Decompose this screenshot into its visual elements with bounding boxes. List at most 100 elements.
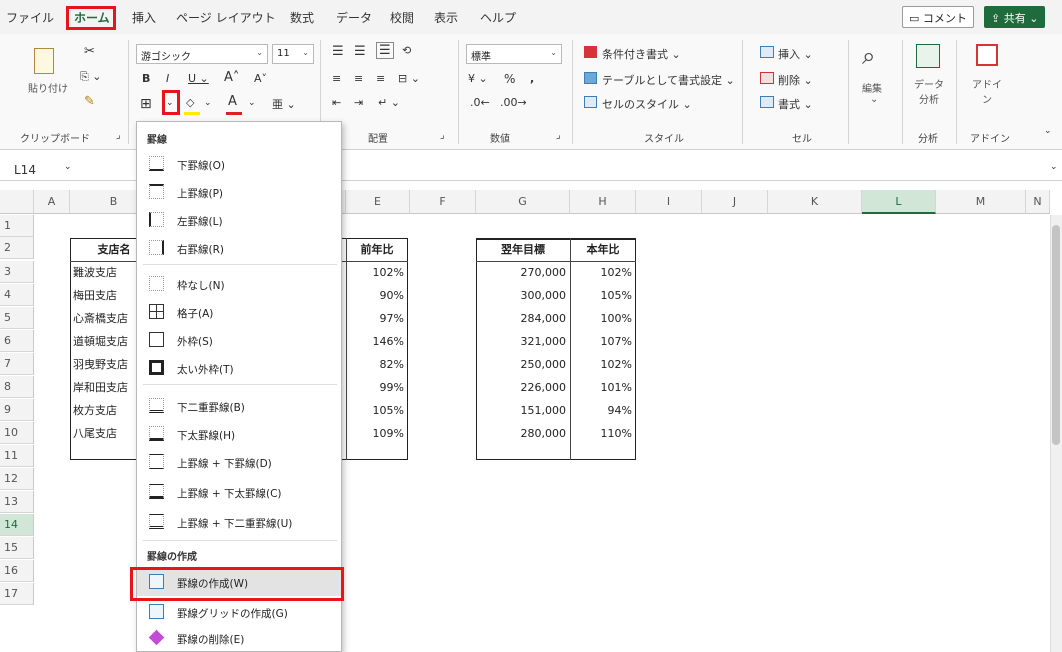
yoy-cell[interactable]: 90% <box>346 284 408 307</box>
row-header-15[interactable]: 15 <box>0 537 34 559</box>
branch-cell[interactable]: 羽曳野支店 <box>73 353 135 376</box>
col-header-l[interactable]: L <box>862 190 936 214</box>
delete-cells-button[interactable]: 削除 ⌄ <box>778 72 813 88</box>
bold-button[interactable]: B <box>142 72 150 85</box>
row-header-12[interactable]: 12 <box>0 468 34 490</box>
yoy-cell[interactable]: 82% <box>346 353 408 376</box>
row-header-11[interactable]: 11 <box>0 445 34 467</box>
target-cell[interactable]: 151,000 <box>476 399 570 422</box>
tab-file[interactable]: ファイル <box>6 9 54 26</box>
row-header-2[interactable]: 2 <box>0 237 34 259</box>
yoy-cell[interactable]: 109% <box>346 422 408 445</box>
number-format-select[interactable]: 標準 ⌄ <box>466 44 562 64</box>
row-header-1[interactable]: 1 <box>0 215 34 237</box>
menu-item-thick-outside-border[interactable]: 太い外枠(T) <box>137 354 341 382</box>
decrease-indent-icon[interactable]: ⇤ <box>332 96 341 109</box>
font-size-select[interactable]: 11 ⌄ <box>272 44 314 64</box>
row-header-16[interactable]: 16 <box>0 560 34 582</box>
orientation-icon[interactable]: ⟲ <box>402 44 411 57</box>
row-header-13[interactable]: 13 <box>0 491 34 513</box>
col-header-a[interactable]: A <box>34 190 70 214</box>
fill-color-icon[interactable]: ◇ <box>186 96 194 109</box>
col-header-g[interactable]: G <box>476 190 570 214</box>
col-header-f[interactable]: F <box>410 190 476 214</box>
tab-page-layout[interactable]: ページ レイアウト <box>176 9 276 26</box>
ratio-cell[interactable]: 110% <box>570 422 636 445</box>
align-bottom-icon[interactable]: ☰ <box>376 42 394 59</box>
ratio-cell[interactable]: 100% <box>570 307 636 330</box>
menu-item-no-border[interactable]: 枠なし(N) <box>137 270 341 298</box>
menu-item-top-thick-bottom-border[interactable]: 上罫線 + 下太罫線(C) <box>137 478 341 506</box>
row-header-10[interactable]: 10 <box>0 422 34 444</box>
header-yoy[interactable]: 前年比 <box>346 238 408 261</box>
clipboard-launcher-icon[interactable]: ⌟ <box>116 130 121 141</box>
tab-review[interactable]: 校閲 <box>390 9 414 26</box>
ratio-cell[interactable]: 107% <box>570 330 636 353</box>
yoy-cell[interactable]: 99% <box>346 376 408 399</box>
header-ratio[interactable]: 本年比 <box>570 238 636 261</box>
target-cell[interactable]: 284,000 <box>476 307 570 330</box>
tab-view[interactable]: 表示 <box>434 9 458 26</box>
row-header-3[interactable]: 3 <box>0 261 34 283</box>
menu-item-all-borders[interactable]: 格子(A) <box>137 298 341 326</box>
row-header-8[interactable]: 8 <box>0 376 34 398</box>
ratio-cell[interactable]: 102% <box>570 261 636 284</box>
addin-label[interactable]: アドイン <box>968 76 1006 106</box>
cell-style-button[interactable]: セルのスタイル ⌄ <box>602 96 692 112</box>
branch-cell[interactable]: 岸和田支店 <box>73 376 135 399</box>
menu-item-draw-border-grid[interactable]: 罫線グリッドの作成(G) <box>137 598 341 626</box>
decrease-font-icon[interactable]: A˅ <box>254 72 267 85</box>
tab-formulas[interactable]: 数式 <box>290 9 314 26</box>
align-middle-icon[interactable]: ☰ <box>354 44 366 59</box>
tab-help[interactable]: ヘルプ <box>480 9 516 26</box>
cut-icon[interactable]: ✂ <box>84 44 95 59</box>
col-header-i[interactable]: I <box>636 190 702 214</box>
format-painter-icon[interactable]: ✎ <box>84 94 95 109</box>
data-analysis-label[interactable]: データ分析 <box>912 76 946 106</box>
increase-decimal-icon[interactable]: .0← <box>470 96 490 109</box>
ratio-cell[interactable]: 94% <box>570 399 636 422</box>
share-button[interactable]: ⇪ 共有 ⌄ <box>984 6 1046 28</box>
paste-icon[interactable] <box>34 48 54 74</box>
branch-cell[interactable]: 道頓堀支店 <box>73 330 135 353</box>
ratio-cell[interactable]: 105% <box>570 284 636 307</box>
yoy-cell[interactable]: 146% <box>346 330 408 353</box>
phonetic-icon[interactable]: 亜 ⌄ <box>272 96 296 112</box>
addin-icon[interactable] <box>976 44 998 66</box>
target-cell[interactable]: 270,000 <box>476 261 570 284</box>
search-icon[interactable]: ⌕ <box>862 42 875 70</box>
menu-item-outside-border[interactable]: 外枠(S) <box>137 326 341 354</box>
edit-dropdown-icon[interactable]: ⌄ <box>870 94 878 105</box>
insert-cells-button[interactable]: 挿入 ⌄ <box>778 46 813 62</box>
collapse-ribbon-icon[interactable]: ⌄ <box>1044 126 1052 136</box>
menu-item-right-border[interactable]: 右罫線(R) <box>137 234 341 262</box>
header-target[interactable]: 翌年目標 <box>476 238 570 261</box>
font-name-select[interactable]: 游ゴシック ⌄ <box>136 44 268 64</box>
branch-cell[interactable]: 心斎橋支店 <box>73 307 135 330</box>
menu-item-top-border[interactable]: 上罫線(P) <box>137 178 341 206</box>
fill-color-dropdown-icon[interactable]: ⌄ <box>204 98 212 108</box>
merge-center-icon[interactable]: ⊟ ⌄ <box>398 72 420 85</box>
font-color-icon[interactable]: A <box>228 94 237 109</box>
italic-button[interactable]: I <box>166 72 169 85</box>
menu-item-thick-bottom-border[interactable]: 下太罫線(H) <box>137 420 341 448</box>
menu-item-erase-border[interactable]: 罫線の削除(E) <box>137 624 341 652</box>
copy-icon[interactable]: ⎘ ⌄ <box>80 70 102 84</box>
row-header-4[interactable]: 4 <box>0 284 34 306</box>
menu-item-top-double-bottom-border[interactable]: 上罫線 + 下二重罫線(U) <box>137 508 341 536</box>
borders-icon[interactable]: ⊞ <box>140 96 152 112</box>
percent-icon[interactable]: % <box>504 72 515 86</box>
alignment-launcher-icon[interactable]: ⌟ <box>440 130 445 141</box>
col-header-e[interactable]: E <box>346 190 410 214</box>
tab-insert[interactable]: 挿入 <box>132 9 156 26</box>
align-center-icon[interactable]: ≡ <box>354 72 363 85</box>
branch-cell[interactable]: 八尾支店 <box>73 422 135 445</box>
col-header-m[interactable]: M <box>936 190 1026 214</box>
target-cell[interactable]: 321,000 <box>476 330 570 353</box>
col-header-k[interactable]: K <box>768 190 862 214</box>
ratio-cell[interactable]: 102% <box>570 353 636 376</box>
paste-label[interactable]: 貼り付け <box>28 80 68 95</box>
row-header-17[interactable]: 17 <box>0 583 34 605</box>
number-launcher-icon[interactable]: ⌟ <box>556 130 561 141</box>
format-cells-button[interactable]: 書式 ⌄ <box>778 96 813 112</box>
